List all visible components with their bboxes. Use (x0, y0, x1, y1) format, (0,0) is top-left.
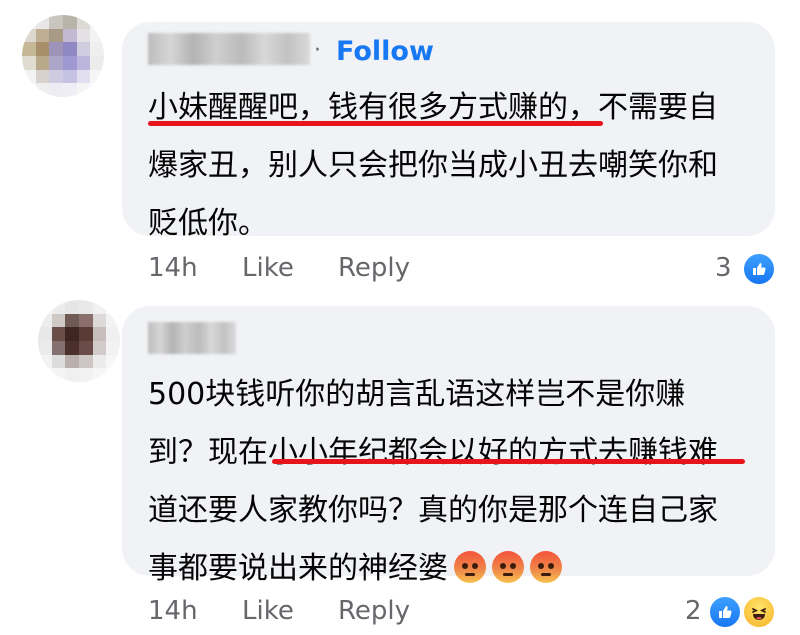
comment-line: 道还要人家教你吗？真的你是那个连自己家 (148, 493, 718, 528)
reply-button[interactable]: Reply (338, 596, 410, 626)
comment-timestamp[interactable]: 14h (148, 253, 198, 283)
comment-text: 小妹醒醒吧，钱有很多方式赚的，不需要自 爆家丑，别人只会把你当成小丑去嘲笑你和 … (148, 79, 758, 253)
haha-icon[interactable] (742, 595, 776, 629)
like-icon[interactable] (742, 252, 776, 286)
reaction-count[interactable]: 3 (715, 253, 732, 283)
avatar[interactable] (22, 15, 104, 97)
comment-line: 爆家丑，别人只会把你当成小丑去嘲笑你和 (148, 148, 718, 183)
red-highlight-underline (272, 459, 745, 464)
angry-face-icon (530, 551, 562, 583)
comment-timestamp[interactable]: 14h (148, 596, 198, 626)
comment-line: 贬低你。 (148, 206, 268, 241)
comment-line-text: 事都要说出来的神经婆 (148, 551, 448, 586)
commenter-name-blurred[interactable] (148, 33, 310, 65)
red-highlight-underline (148, 121, 603, 126)
like-icon[interactable] (708, 595, 742, 629)
avatar[interactable] (38, 300, 120, 382)
comment-line: 到？现在小小年纪都会以好的方式去赚钱难 (148, 435, 718, 470)
comment-text: 500块钱听你的胡言乱语这样岂不是你赚 到？现在小小年纪都会以好的方式去赚钱难 … (148, 366, 758, 598)
comment-line: 500块钱听你的胡言乱语这样岂不是你赚 (148, 377, 686, 412)
like-button[interactable]: Like (242, 253, 294, 283)
reply-button[interactable]: Reply (338, 253, 410, 283)
reaction-count[interactable]: 2 (685, 596, 702, 626)
angry-face-icon (492, 551, 524, 583)
angry-face-icon (454, 551, 486, 583)
follow-link[interactable]: Follow (336, 36, 434, 67)
comment-line: 小妹醒醒吧，钱有很多方式赚的，不需要自 (148, 90, 718, 125)
follow-separator: · (314, 38, 321, 63)
like-button[interactable]: Like (242, 596, 294, 626)
commenter-name-blurred[interactable] (148, 322, 236, 354)
comment-line: 事都要说出来的神经婆 (148, 540, 758, 598)
